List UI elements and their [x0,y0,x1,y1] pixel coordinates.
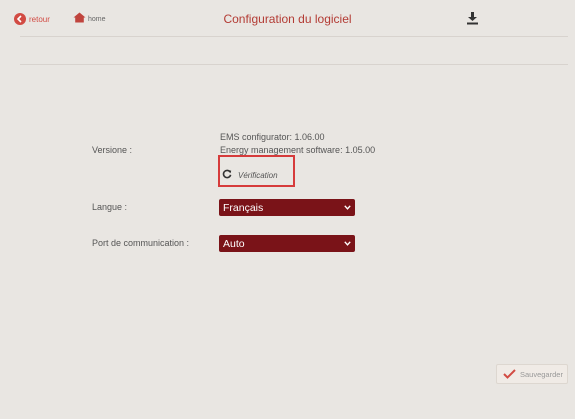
page-title: Configuration du logiciel [223,12,352,26]
check-icon [503,369,516,379]
home-button[interactable]: home [73,12,106,26]
divider [20,64,568,65]
save-button-label: Sauvegarder [520,369,563,379]
refresh-icon [222,166,232,184]
divider [20,36,568,37]
software-version: Energy management software: 1.05.00 [220,145,376,155]
home-button-label: home [88,15,106,23]
port-select[interactable]: Auto [219,235,355,252]
verification-button[interactable]: Vérification [222,166,278,184]
top-bar: retour home Configuration du logiciel [0,0,575,36]
language-label: Langue : [92,202,128,212]
download-icon [467,12,478,25]
version-label: Versione : [92,145,133,155]
back-button-label: retour [29,14,50,24]
language-select[interactable]: Français [219,199,355,216]
language-selected-value: Français [223,201,264,214]
chevron-down-icon [344,241,351,246]
verification-label: Vérification [238,170,278,180]
home-icon [73,10,86,28]
save-button[interactable]: Sauvegarder [496,364,568,384]
download-button[interactable] [466,11,479,25]
port-selected-value: Auto [223,237,245,250]
arrow-left-circle-icon [14,13,26,25]
chevron-down-icon [344,205,351,210]
port-label: Port de communication : [92,238,190,248]
back-button[interactable]: retour [14,12,50,26]
configurator-version: EMS configurator: 1.06.00 [220,132,325,142]
